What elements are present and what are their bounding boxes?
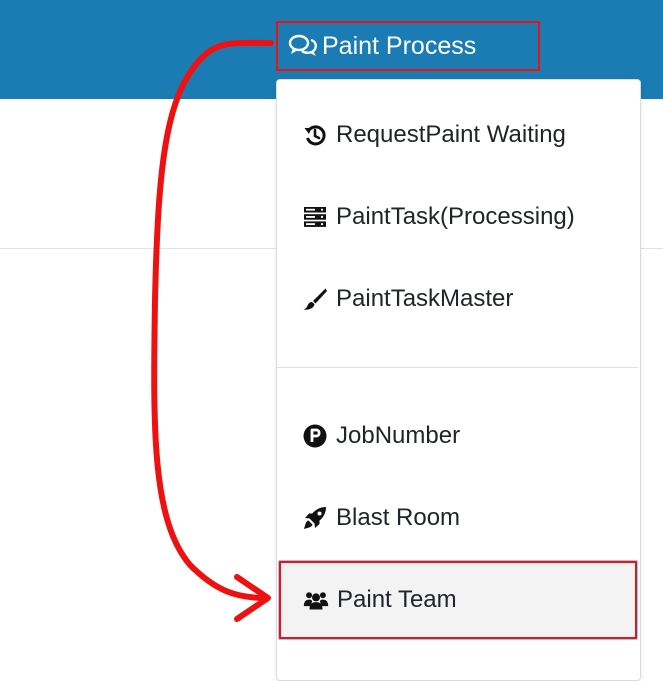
paint-process-menu-toggle[interactable]: Paint Process <box>276 21 540 71</box>
menu-item-label: Blast Room <box>336 504 461 531</box>
history-icon <box>302 122 328 148</box>
dropdown-divider <box>277 367 638 368</box>
menu-item-painttaskmaster[interactable]: PaintTaskMaster <box>277 259 638 339</box>
comments-icon <box>288 33 318 59</box>
paint-brush-icon <box>302 286 328 312</box>
menu-item-requestpaint-waiting[interactable]: RequestPaint Waiting <box>277 95 638 175</box>
menu-item-label: PaintTaskMaster <box>336 285 514 312</box>
menu-item-jobnumber[interactable]: JobNumber <box>277 396 638 476</box>
menu-item-painttask-processing[interactable]: PaintTask(Processing) <box>277 177 638 257</box>
parking-icon <box>302 423 328 449</box>
menu-item-paint-team[interactable]: Paint Team <box>278 560 638 640</box>
paint-process-label: Paint Process <box>322 31 477 60</box>
menu-item-label: PaintTask(Processing) <box>336 203 575 230</box>
menu-item-label: RequestPaint Waiting <box>336 121 566 148</box>
menu-item-label: Paint Team <box>337 586 457 613</box>
users-icon <box>303 587 329 613</box>
menu-item-label: JobNumber <box>336 422 461 449</box>
menu-item-blast-room[interactable]: Blast Room <box>277 478 638 558</box>
rocket-icon <box>302 505 328 531</box>
server-icon <box>302 204 328 230</box>
paint-process-dropdown: RequestPaint Waiting PaintTask(Processin… <box>276 79 641 681</box>
